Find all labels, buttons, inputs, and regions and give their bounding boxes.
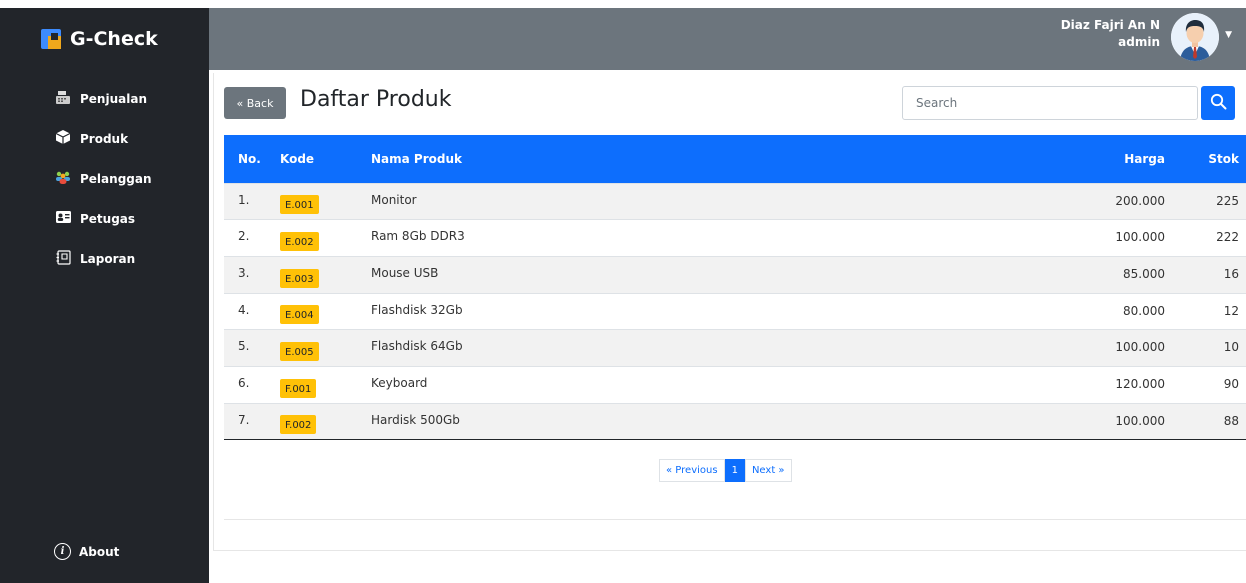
- users-icon: [54, 171, 72, 188]
- col-header-harga: Harga: [1124, 151, 1165, 166]
- cell-nama: Keyboard: [371, 375, 428, 390]
- sidebar-item-produk[interactable]: Produk: [0, 119, 209, 159]
- sidebar: G-Check Penjualan Produk Pelanggan Petug…: [0, 8, 209, 583]
- table-row[interactable]: 6. F.001 Keyboard 120.000 90: [224, 366, 1246, 403]
- page-header: « Back Daftar Produk: [224, 85, 1246, 122]
- cell-harga: 80.000: [1123, 303, 1165, 318]
- pagination-previous[interactable]: « Previous: [659, 459, 725, 482]
- cell-no: 6.: [238, 375, 250, 390]
- cell-kode: F.001: [280, 366, 371, 403]
- cell-harga: 100.000: [1115, 230, 1165, 245]
- kode-badge: E.005: [280, 342, 319, 362]
- kode-badge: F.002: [280, 415, 317, 435]
- cell-stok: 10: [1223, 340, 1239, 355]
- cell-stok: 222: [1216, 230, 1239, 245]
- col-header-no: No.: [238, 151, 261, 166]
- pagination: « Previous 1 Next »: [659, 459, 792, 482]
- report-icon: [54, 249, 72, 269]
- about-label: About: [79, 544, 120, 559]
- caret-down-icon[interactable]: ▼: [1225, 30, 1232, 40]
- search-icon: [1210, 93, 1227, 113]
- sidebar-item-laporan[interactable]: Laporan: [0, 239, 209, 279]
- table-row[interactable]: 7. F.002 Hardisk 500Gb 100.000 88: [224, 403, 1246, 440]
- cell-nama: Monitor: [371, 192, 417, 207]
- cell-nama: Ram 8Gb DDR3: [371, 229, 465, 244]
- kode-badge: E.003: [280, 268, 319, 288]
- kode-badge: F.001: [280, 378, 317, 398]
- table-row[interactable]: 1. E.001 Monitor 200.000 225: [224, 183, 1246, 220]
- cell-nama: Hardisk 500Gb: [371, 412, 460, 427]
- sidebar-item-petugas[interactable]: Petugas: [0, 199, 209, 239]
- cell-no: 7.: [238, 412, 250, 427]
- sidebar-item-label: Pelanggan: [80, 172, 152, 186]
- box-icon: [54, 130, 72, 148]
- pagination-next[interactable]: Next »: [744, 459, 792, 482]
- table-row[interactable]: 2. E.002 Ram 8Gb DDR3 100.000 222: [224, 219, 1246, 257]
- pagination-page-current[interactable]: 1: [724, 459, 745, 482]
- cell-kode: E.003: [280, 256, 371, 293]
- product-table-wrapper: No. Kode Nama Produk Harga Stok 1. E.001…: [224, 135, 1246, 440]
- topbar: Diaz Fajri An N admin ▼: [209, 8, 1246, 70]
- sidebar-item-penjualan[interactable]: Penjualan: [0, 79, 209, 119]
- cell-nama: Flashdisk 64Gb: [371, 339, 463, 354]
- app-logo-icon: [41, 29, 61, 49]
- table-row[interactable]: 3. E.003 Mouse USB 85.000 16: [224, 256, 1246, 294]
- table-header-row: No. Kode Nama Produk Harga Stok: [224, 135, 1246, 183]
- user-role: admin: [1118, 35, 1160, 49]
- info-icon: i: [54, 543, 71, 560]
- col-header-nama: Nama Produk: [371, 151, 462, 166]
- cell-stok: 88: [1223, 413, 1239, 428]
- cell-no: 4.: [238, 302, 250, 317]
- cell-harga: 200.000: [1115, 193, 1165, 208]
- cell-harga: 100.000: [1115, 340, 1165, 355]
- kode-badge: E.002: [280, 232, 319, 252]
- col-header-kode: Kode: [280, 151, 315, 166]
- kode-badge: E.001: [280, 195, 319, 215]
- cell-kode: E.005: [280, 330, 371, 367]
- page-title: Daftar Produk: [300, 87, 452, 112]
- cell-kode: E.001: [280, 183, 371, 220]
- cell-stok: 12: [1223, 303, 1239, 318]
- search-button[interactable]: [1201, 86, 1235, 120]
- sidebar-item-label: Produk: [80, 132, 129, 146]
- divider: [224, 519, 1246, 520]
- back-button[interactable]: « Back: [224, 87, 286, 119]
- table-row[interactable]: 5. E.005 Flashdisk 64Gb 100.000 10: [224, 329, 1246, 367]
- kode-badge: E.004: [280, 305, 319, 325]
- user-name: Diaz Fajri An N: [1060, 18, 1160, 32]
- cell-no: 3.: [238, 265, 250, 280]
- app-name: G-Check: [70, 28, 158, 50]
- sidebar-item-label: Penjualan: [80, 92, 147, 106]
- cell-kode: E.002: [280, 220, 371, 257]
- product-table: No. Kode Nama Produk Harga Stok 1. E.001…: [224, 135, 1246, 440]
- id-card-icon: [54, 211, 72, 227]
- main-content: « Back Daftar Produk No. Kode Nama Produ…: [213, 73, 1246, 551]
- brand[interactable]: G-Check: [0, 8, 209, 70]
- about-link[interactable]: i About: [54, 543, 119, 560]
- cell-no: 2.: [238, 229, 250, 244]
- col-header-stok: Stok: [1208, 151, 1239, 166]
- cell-nama: Mouse USB: [371, 265, 439, 280]
- cell-no: 1.: [238, 192, 250, 207]
- cell-harga: 120.000: [1115, 376, 1165, 391]
- table-row[interactable]: 4. E.004 Flashdisk 32Gb 80.000 12: [224, 293, 1246, 330]
- cell-no: 5.: [238, 339, 250, 354]
- sidebar-item-label: Petugas: [80, 212, 136, 226]
- cell-kode: F.002: [280, 403, 371, 440]
- user-info[interactable]: Diaz Fajri An N admin: [1061, 17, 1160, 51]
- cell-stok: 16: [1223, 266, 1239, 281]
- cell-kode: E.004: [280, 293, 371, 330]
- search-input[interactable]: [902, 86, 1198, 120]
- sidebar-item-label: Laporan: [80, 252, 136, 266]
- cell-harga: 100.000: [1115, 413, 1165, 428]
- cell-harga: 85.000: [1123, 266, 1165, 281]
- avatar[interactable]: [1171, 13, 1219, 61]
- cell-stok: 225: [1216, 193, 1239, 208]
- sidebar-item-pelanggan[interactable]: Pelanggan: [0, 159, 209, 199]
- cash-register-icon: [54, 90, 72, 108]
- cell-stok: 90: [1223, 376, 1239, 391]
- sidebar-nav: Penjualan Produk Pelanggan Petugas Lapor…: [0, 79, 209, 279]
- cell-nama: Flashdisk 32Gb: [371, 302, 463, 317]
